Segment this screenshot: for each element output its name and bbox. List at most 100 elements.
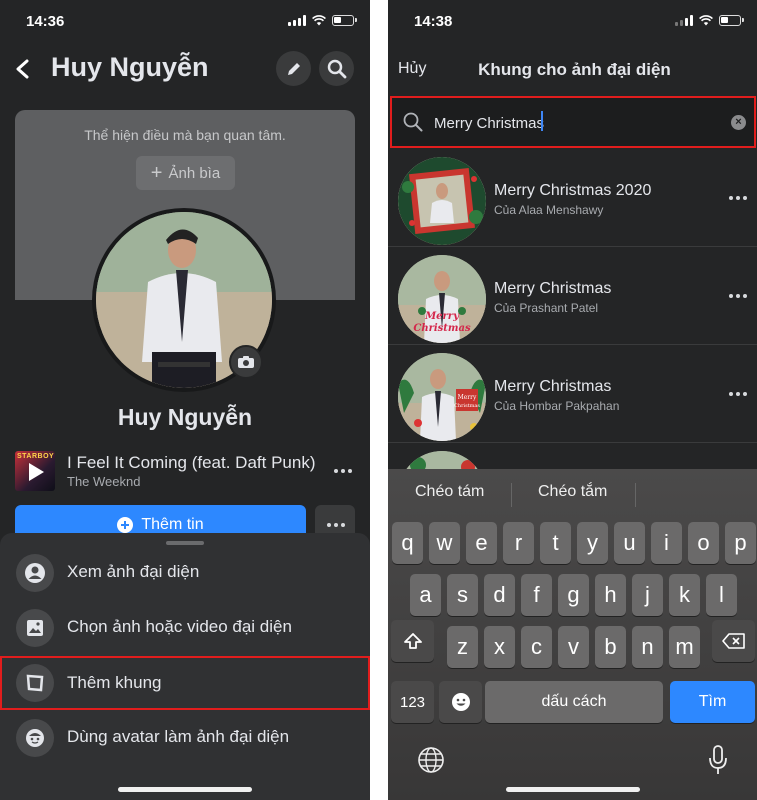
numbers-key[interactable]: 123: [391, 681, 434, 723]
clear-icon[interactable]: ×: [731, 115, 746, 130]
key-b[interactable]: b: [595, 626, 626, 668]
menu-label: Thêm khung: [67, 673, 162, 692]
frame-author: Của Alaa Menshawy: [494, 203, 604, 217]
edit-button[interactable]: [276, 51, 311, 86]
frame-result-item[interactable]: Merry Christmas Merry Christmas Của Pras…: [388, 248, 757, 345]
key-z[interactable]: z: [447, 626, 478, 668]
menu-label: Dùng avatar làm ảnh đại diện: [67, 727, 290, 746]
suggestion-1[interactable]: Chéo tám: [415, 483, 484, 501]
frame-search-bar[interactable]: ×: [390, 96, 756, 148]
key-k[interactable]: k: [669, 574, 700, 616]
back-icon[interactable]: [12, 54, 34, 84]
search-input[interactable]: [434, 112, 734, 134]
frame-more-icon[interactable]: [729, 392, 747, 396]
album-tag: STARBOY: [17, 453, 55, 460]
key-s[interactable]: s: [447, 574, 478, 616]
key-h[interactable]: h: [595, 574, 626, 616]
frame-thumbnail: Merry Christmas: [398, 255, 486, 343]
space-key[interactable]: dấu cách: [485, 681, 663, 723]
frame-author: Của Prashant Patel: [494, 301, 599, 315]
song-title: I Feel It Coming (feat. Daft Punk): [67, 453, 316, 472]
key-q[interactable]: q: [392, 522, 423, 564]
profile-song[interactable]: STARBOY I Feel It Coming (feat. Daft Pun…: [15, 450, 355, 492]
key-f[interactable]: f: [521, 574, 552, 616]
globe-icon[interactable]: [417, 746, 445, 774]
suggestion-divider: [511, 483, 512, 507]
home-indicator: [118, 787, 252, 792]
key-v[interactable]: v: [558, 626, 589, 668]
menu-use-avatar[interactable]: Dùng avatar làm ảnh đại diện: [0, 712, 370, 764]
pencil-icon: [287, 62, 300, 75]
frame-icon: [16, 664, 54, 702]
search-icon: [403, 112, 423, 132]
search-button[interactable]: [319, 51, 354, 86]
key-d[interactable]: d: [484, 574, 515, 616]
menu-add-frame[interactable]: Thêm khung: [0, 656, 370, 710]
profile-name: Huy Nguyễn: [117, 404, 253, 430]
emoji-key[interactable]: [439, 681, 482, 723]
signal-icon: [288, 15, 306, 26]
key-c[interactable]: c: [521, 626, 552, 668]
sheet-handle[interactable]: [166, 541, 204, 545]
home-indicator: [505, 787, 640, 792]
key-r[interactable]: r: [503, 522, 534, 564]
profile-screen: 14:36 Huy Nguyễn Thể hiện điều mà bạn qu…: [0, 0, 370, 800]
frame-title: Merry Christmas: [494, 280, 612, 297]
shift-key[interactable]: [391, 620, 434, 662]
frame-more-icon[interactable]: [729, 294, 747, 298]
menu-choose-photo[interactable]: Chọn ảnh hoặc video đại diện: [0, 602, 370, 654]
song-more-icon[interactable]: [334, 469, 352, 473]
key-g[interactable]: g: [558, 574, 589, 616]
menu-label: Xem ảnh đại diện: [67, 562, 200, 581]
search-icon: [327, 59, 346, 78]
backspace-key[interactable]: [712, 620, 755, 662]
change-avatar-button[interactable]: [229, 345, 263, 379]
suggestion-2[interactable]: Chéo tắm: [538, 483, 607, 501]
status-time: 14:36: [26, 13, 65, 30]
key-x[interactable]: x: [484, 626, 515, 668]
search-go-key[interactable]: Tìm: [670, 681, 755, 723]
key-m[interactable]: m: [669, 626, 700, 668]
cover-hint: Thể hiện điều mà bạn quan tâm.: [84, 127, 286, 143]
frame-thumbnail: Merry Christmas: [398, 353, 486, 441]
frame-more-icon[interactable]: [729, 196, 747, 200]
microphone-icon[interactable]: [707, 744, 729, 776]
on-screen-keyboard: Chéo tám Chéo tắm qwertyuiop asdfghjkl z…: [388, 469, 757, 800]
status-time: 14:38: [414, 13, 453, 30]
svg-text:Christmas: Christmas: [413, 323, 471, 334]
wifi-icon: [312, 15, 326, 26]
frame-thumbnail: [398, 157, 486, 245]
menu-view-avatar[interactable]: Xem ảnh đại diện: [0, 547, 370, 599]
key-y[interactable]: y: [577, 522, 608, 564]
more-icon: [327, 523, 345, 527]
key-p[interactable]: p: [725, 522, 756, 564]
key-j[interactable]: j: [632, 574, 663, 616]
frame-result-item[interactable]: Merry Christmas Merry Christmas Của Homb…: [388, 346, 757, 443]
image-icon: [16, 609, 54, 647]
avatar-action-sheet: Xem ảnh đại diện Chọn ảnh hoặc video đại…: [0, 533, 370, 800]
frame-author: Của Hombar Pakpahan: [494, 399, 620, 413]
key-u[interactable]: u: [614, 522, 645, 564]
key-w[interactable]: w: [429, 522, 460, 564]
status-icons: [675, 15, 744, 26]
svg-text:Merry: Merry: [424, 311, 460, 322]
song-artist: The Weeknd: [67, 474, 141, 489]
key-a[interactable]: a: [410, 574, 441, 616]
svg-text:Merry: Merry: [458, 394, 477, 401]
plus-circle-icon: [117, 517, 134, 533]
add-story-label: Thêm tin: [141, 516, 204, 533]
backspace-icon: [721, 633, 745, 649]
page-title: Khung cho ảnh đại diện: [478, 60, 671, 79]
add-cover-button[interactable]: + Ảnh bìa: [136, 156, 235, 190]
header-title: Huy Nguyễn: [51, 52, 209, 82]
emoji-icon: [451, 693, 470, 711]
key-l[interactable]: l: [706, 574, 737, 616]
key-n[interactable]: n: [632, 626, 663, 668]
key-i[interactable]: i: [651, 522, 682, 564]
play-icon: [29, 463, 44, 481]
key-t[interactable]: t: [540, 522, 571, 564]
frame-result-item[interactable]: Merry Christmas 2020 Của Alaa Menshawy: [388, 150, 757, 247]
key-e[interactable]: e: [466, 522, 497, 564]
battery-icon: [719, 15, 744, 26]
key-o[interactable]: o: [688, 522, 719, 564]
